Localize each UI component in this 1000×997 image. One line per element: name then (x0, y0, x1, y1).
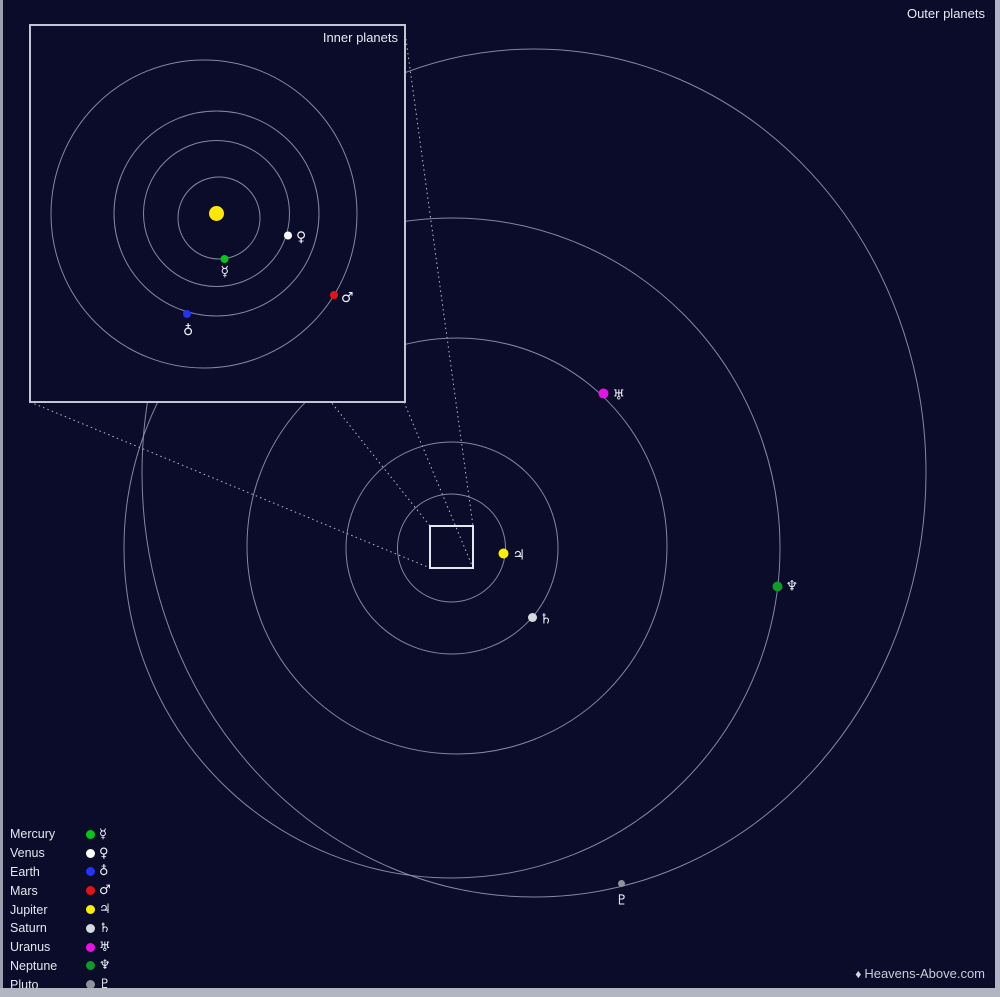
legend-name: Uranus (10, 940, 86, 954)
planet-symbol-pluto: ♇ (616, 893, 629, 909)
right-border (995, 0, 1000, 997)
planet-symbol-uranus: ♅ (613, 388, 626, 404)
left-border (0, 0, 3, 997)
legend-dot (86, 905, 95, 914)
legend-symbol: ♄ (99, 922, 111, 935)
planet-symbol-mercury: ☿ (221, 264, 230, 280)
planet-dot-saturn (528, 613, 537, 622)
watermark: ♦Heavens-Above.com (855, 966, 985, 981)
planet-dot-mercury (221, 255, 229, 263)
bottom-border (0, 988, 1000, 997)
planet-symbol-mars: ♂ (341, 290, 354, 306)
legend-symbol: ♂ (99, 884, 111, 897)
legend-dot (86, 886, 95, 895)
planet-symbol-venus: ♀ (296, 230, 306, 246)
legend-row-mars: Mars ♂ (10, 881, 111, 900)
legend-symbol: ♁ (99, 865, 109, 878)
legend-dot (86, 943, 95, 952)
inner-planets-label: Inner planets (323, 30, 399, 45)
planet-dot-neptune (773, 582, 783, 592)
sun-dot (209, 206, 224, 221)
planet-symbol-neptune: ♆ (786, 579, 799, 595)
heavens-above-logo-icon: ♦ (855, 967, 861, 981)
zoom-connector-line (30, 402, 430, 568)
legend-row-jupiter: Jupiter ♃ (10, 900, 111, 919)
legend-symbol: ♃ (99, 903, 111, 916)
watermark-text: Heavens-Above.com (864, 966, 985, 981)
legend-name: Venus (10, 846, 86, 860)
inner-planets-inset: ☿ ♀ ♁ ♂ Inner planets (30, 25, 405, 402)
orbits-svg: ♃ ♄ ♅ ♆ ♇ ☿ ♀ ♁ ♂ Inner planets (0, 0, 1000, 997)
planet-dot-uranus (599, 389, 609, 399)
legend-symbol: ♀ (99, 847, 109, 860)
orbit-jupiter (398, 494, 506, 602)
planet-dot-pluto (618, 880, 625, 887)
legend-name: Earth (10, 865, 86, 879)
legend-dot (86, 849, 95, 858)
orbit-saturn (346, 442, 558, 654)
planet-dot-mars (330, 291, 338, 299)
planet-dot-venus (284, 232, 292, 240)
legend-row-mercury: Mercury ☿ (10, 825, 111, 844)
legend-name: Mercury (10, 827, 86, 841)
planet-symbol-saturn: ♄ (540, 612, 553, 628)
legend-row-uranus: Uranus ♅ (10, 938, 111, 957)
planet-symbol-jupiter: ♃ (513, 548, 526, 564)
legend-symbol: ♅ (99, 941, 111, 954)
planet-dot-earth (183, 310, 191, 318)
legend-row-venus: Venus ♀ (10, 844, 111, 863)
legend-dot (86, 830, 95, 839)
legend-dot (86, 867, 95, 876)
legend-name: Neptune (10, 959, 86, 973)
outer-planets-label: Outer planets (907, 6, 985, 21)
planet-symbol-earth: ♁ (183, 323, 193, 339)
planet-dot-jupiter (499, 549, 509, 559)
legend-dot (86, 924, 95, 933)
legend-symbol: ☿ (99, 828, 107, 841)
planet-legend: Mercury ☿ Venus ♀ Earth ♁ Mars ♂ Jupiter ♃ Saturn ♄… (10, 825, 111, 994)
legend-name: Mars (10, 884, 86, 898)
legend-row-earth: Earth ♁ (10, 863, 111, 882)
zoom-connector-line (404, 25, 473, 526)
solar-system-chart: ♃ ♄ ♅ ♆ ♇ ☿ ♀ ♁ ♂ Inner planets Outer planets Mer… (0, 0, 1000, 997)
legend-row-neptune: Neptune ♆ (10, 957, 111, 976)
legend-name: Jupiter (10, 903, 86, 917)
legend-name: Saturn (10, 921, 86, 935)
zoom-connector-line (404, 402, 473, 568)
inner-planets-zoom-box (430, 526, 473, 568)
legend-dot (86, 961, 95, 970)
legend-symbol: ♆ (99, 959, 111, 972)
legend-row-saturn: Saturn ♄ (10, 919, 111, 938)
